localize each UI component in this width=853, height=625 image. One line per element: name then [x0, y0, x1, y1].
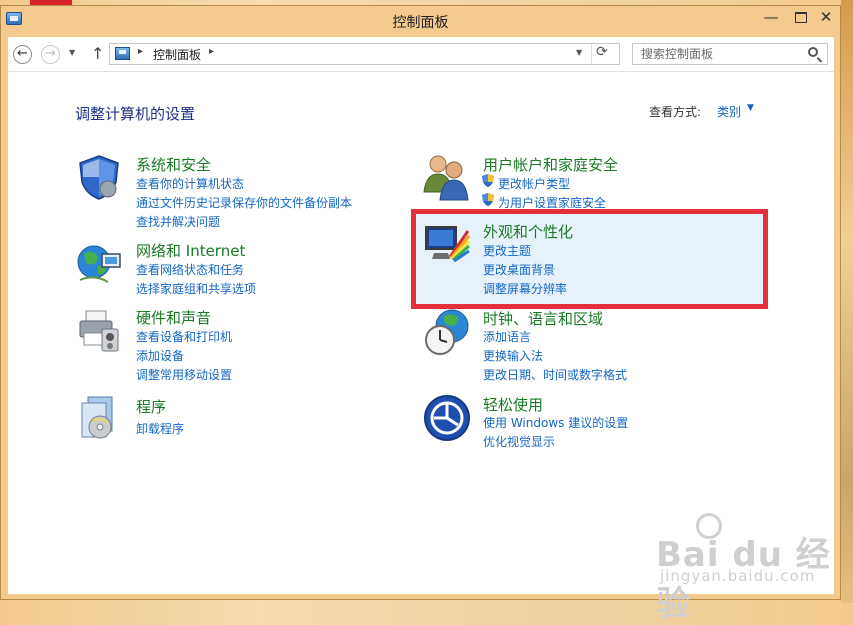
uac-shield-icon: [482, 174, 494, 187]
link-uninstall-program[interactable]: 卸载程序: [136, 420, 184, 437]
link-file-history-backup[interactable]: 通过文件历史记录保存你的文件备份副本: [136, 194, 352, 211]
link-add-device[interactable]: 添加设备: [136, 347, 184, 364]
programs-icon[interactable]: [74, 393, 124, 443]
back-button[interactable]: ←: [13, 45, 32, 64]
watermark-url: jingyan.baidu.com: [660, 567, 816, 585]
up-button[interactable]: ↑: [91, 44, 104, 63]
category-hardware-sound[interactable]: 硬件和声音: [136, 307, 211, 328]
address-bar[interactable]: ▸ 控制面板 ▸ ▼ ⟳: [109, 43, 620, 65]
uac-shield-icon: [482, 193, 494, 206]
link-change-input-method[interactable]: 更换输入法: [483, 347, 543, 364]
address-dropdown-icon[interactable]: ▼: [576, 48, 582, 57]
link-change-account-type[interactable]: 更改帐户类型: [498, 175, 570, 192]
link-change-theme[interactable]: 更改主题: [483, 242, 531, 259]
category-system-security[interactable]: 系统和安全: [136, 154, 211, 175]
maximize-icon: [795, 12, 807, 23]
page-title: 调整计算机的设置: [75, 105, 196, 123]
window-content: ← → ▼ ↑ ▸ 控制面板 ▸ ▼ ⟳ 调整计算机的设置 查看方式: 类别 ▼: [8, 37, 834, 624]
refresh-button[interactable]: ⟳: [596, 44, 608, 60]
window-title: 控制面板: [392, 15, 449, 31]
divider: [591, 44, 592, 64]
category-clock-language-region[interactable]: 时钟、语言和区域: [483, 308, 603, 329]
link-homegroup-sharing[interactable]: 选择家庭组和共享选项: [136, 280, 256, 297]
chevron-down-icon[interactable]: ▼: [747, 103, 754, 113]
close-button[interactable]: ✕: [812, 6, 840, 30]
category-appearance-personalization[interactable]: 外观和个性化: [483, 221, 573, 242]
navigation-bar: ← → ▼ ↑ ▸ 控制面板 ▸ ▼ ⟳: [8, 37, 834, 72]
view-by-dropdown[interactable]: 类别: [717, 103, 741, 120]
link-date-time-format[interactable]: 更改日期、时间或数字格式: [483, 366, 627, 383]
minimize-button[interactable]: —: [756, 6, 786, 30]
link-optimize-visual-display[interactable]: 优化视觉显示: [483, 433, 555, 450]
breadcrumb-control-panel[interactable]: 控制面板: [153, 46, 201, 63]
link-screen-resolution[interactable]: 调整屏幕分辨率: [483, 280, 567, 297]
category-user-accounts[interactable]: 用户帐户和家庭安全: [483, 154, 618, 175]
clock-globe-icon[interactable]: [422, 306, 472, 358]
breadcrumb-separator-icon[interactable]: ▸: [209, 46, 214, 57]
desktop-background: [841, 0, 853, 603]
link-add-language[interactable]: 添加语言: [483, 328, 531, 345]
search-input[interactable]: [633, 44, 805, 64]
category-programs[interactable]: 程序: [136, 396, 166, 417]
control-panel-icon: [115, 47, 130, 60]
forward-button[interactable]: →: [41, 45, 60, 64]
category-ease-of-access[interactable]: 轻松使用: [483, 394, 543, 415]
control-panel-window: 控制面板 — ✕ ← → ▼ ↑ ▸ 控制面板 ▸ ▼ ⟳ 调整计算机的设: [0, 5, 841, 624]
users-icon[interactable]: [422, 152, 472, 202]
search-box[interactable]: [632, 43, 828, 65]
link-devices-printers[interactable]: 查看设备和打印机: [136, 328, 232, 345]
link-mobility-settings[interactable]: 调整常用移动设置: [136, 366, 232, 383]
link-windows-recommended-settings[interactable]: 使用 Windows 建议的设置: [483, 414, 628, 431]
shield-icon[interactable]: [74, 152, 124, 202]
title-bar[interactable]: 控制面板 — ✕: [1, 6, 840, 36]
search-icon[interactable]: [808, 47, 818, 57]
breadcrumb-separator-icon[interactable]: ▸: [138, 46, 143, 57]
link-view-computer-status[interactable]: 查看你的计算机状态: [136, 175, 244, 192]
link-family-safety[interactable]: 为用户设置家庭安全: [498, 194, 606, 211]
category-network-internet[interactable]: 网络和 Internet: [136, 240, 245, 261]
link-network-status[interactable]: 查看网络状态和任务: [136, 261, 244, 278]
view-by-label: 查看方式:: [649, 105, 702, 119]
link-troubleshoot[interactable]: 查找并解决问题: [136, 213, 220, 230]
recent-locations-dropdown[interactable]: ▼: [69, 48, 75, 57]
printer-icon[interactable]: [74, 305, 124, 355]
personalization-icon[interactable]: [422, 219, 472, 269]
network-globe-icon[interactable]: [74, 240, 124, 288]
link-change-desktop-background[interactable]: 更改桌面背景: [483, 261, 555, 278]
ease-of-access-icon[interactable]: [422, 393, 472, 443]
